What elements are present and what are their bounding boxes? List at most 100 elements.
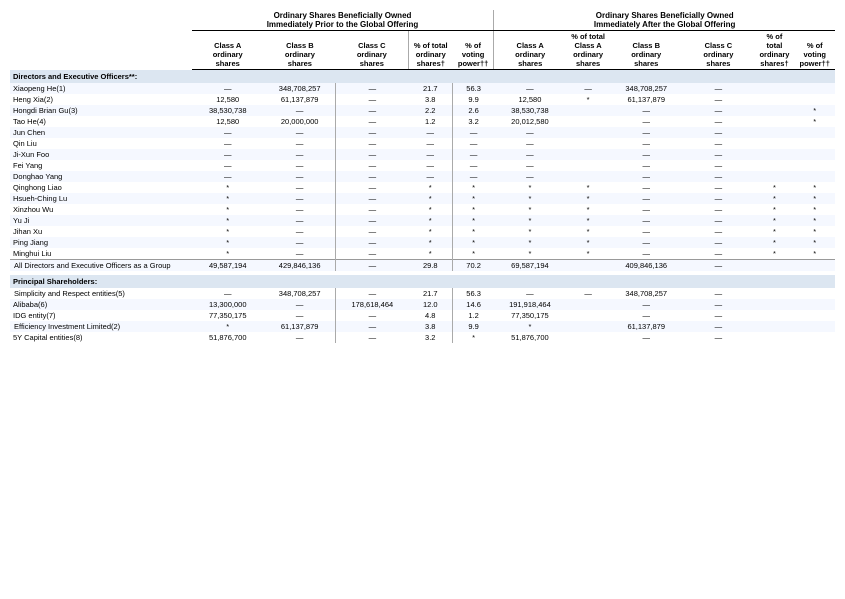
table-cell [566, 260, 610, 272]
table-cell: — [264, 299, 336, 310]
table-cell: — [192, 171, 264, 182]
table-cell: 56.3 [453, 288, 494, 299]
table-cell: — [336, 226, 408, 237]
table-cell: Minghui Liu [10, 248, 192, 260]
table-cell: — [336, 204, 408, 215]
table-cell: Fei Yang [10, 160, 192, 171]
table-cell: — [494, 83, 566, 94]
table-cell: — [336, 310, 408, 321]
table-cell: — [336, 94, 408, 105]
table-cell: Hongdi Brian Gu(3) [10, 105, 192, 116]
table-cell: 29.8 [408, 260, 453, 272]
table-cell: * [494, 321, 566, 332]
table-cell: * [494, 226, 566, 237]
table-cell: — [264, 237, 336, 248]
table-cell: * [408, 248, 453, 260]
table-cell: * [192, 204, 264, 215]
principal-section-header: Principal Shareholders: [10, 275, 835, 288]
table-cell: 12,580 [494, 94, 566, 105]
table-cell [566, 171, 610, 182]
table-cell: 12.0 [408, 299, 453, 310]
table-cell: — [453, 149, 494, 160]
table-cell [754, 105, 794, 116]
table-cell: — [264, 193, 336, 204]
table-cell: * [754, 248, 794, 260]
table-cell: 4.8 [408, 310, 453, 321]
col-header-pct-total-after: % oftotalordinaryshares† [754, 31, 794, 70]
table-cell: — [336, 260, 408, 272]
table-cell: — [682, 193, 754, 204]
table-cell: — [336, 321, 408, 332]
table-cell: — [264, 182, 336, 193]
table-cell: — [336, 237, 408, 248]
table-cell [754, 332, 794, 343]
table-cell: * [408, 215, 453, 226]
table-cell: — [682, 310, 754, 321]
table-cell: 70.2 [453, 260, 494, 272]
table-cell [754, 94, 794, 105]
table-cell: — [408, 160, 453, 171]
table-cell: Heng Xia(2) [10, 94, 192, 105]
table-cell: * [453, 204, 494, 215]
table-cell: 51,876,700 [192, 332, 264, 343]
table-cell: — [264, 204, 336, 215]
col-header-classa-after: Class Aordinaryshares [494, 31, 566, 70]
table-cell: 56.3 [453, 83, 494, 94]
table-cell: — [192, 83, 264, 94]
table-cell: — [453, 160, 494, 171]
table-cell: — [610, 332, 682, 343]
table-cell: — [682, 182, 754, 193]
col-header-name [10, 31, 192, 70]
table-cell: — [336, 83, 408, 94]
table-cell [754, 310, 794, 321]
table-cell: — [336, 182, 408, 193]
table-cell [794, 127, 835, 138]
table-cell: 14.6 [453, 299, 494, 310]
table-cell [794, 299, 835, 310]
table-cell [754, 321, 794, 332]
table-cell: Donghao Yang [10, 171, 192, 182]
table-cell: Tao He(4) [10, 116, 192, 127]
table-cell: * [754, 193, 794, 204]
table-cell: Simplicity and Respect entities(5) [10, 288, 192, 299]
table-cell: * [192, 237, 264, 248]
table-cell [754, 260, 794, 272]
table-cell: — [336, 160, 408, 171]
table-cell: * [494, 215, 566, 226]
table-cell: * [494, 193, 566, 204]
table-cell: 2.2 [408, 105, 453, 116]
table-cell: * [494, 248, 566, 260]
table-cell: 21.7 [408, 288, 453, 299]
table-cell: 348,708,257 [264, 83, 336, 94]
table-cell: 12,580 [192, 116, 264, 127]
table-cell: Jun Chen [10, 127, 192, 138]
table-cell: * [408, 226, 453, 237]
table-cell [566, 138, 610, 149]
table-cell: Yu Ji [10, 215, 192, 226]
table-cell: — [682, 105, 754, 116]
table-cell: Hsueh-Ching Lu [10, 193, 192, 204]
table-cell: 61,137,879 [264, 94, 336, 105]
table-cell: * [566, 94, 610, 105]
table-cell [754, 116, 794, 127]
table-cell: — [336, 248, 408, 260]
table-cell: — [610, 127, 682, 138]
table-cell: — [610, 299, 682, 310]
table-cell: — [682, 288, 754, 299]
table-cell: * [754, 237, 794, 248]
table-cell [754, 149, 794, 160]
table-cell: — [682, 83, 754, 94]
table-cell: — [336, 288, 408, 299]
table-cell: — [682, 138, 754, 149]
table-cell [794, 149, 835, 160]
table-cell [754, 288, 794, 299]
table-cell: — [610, 310, 682, 321]
table-cell: 51,876,700 [494, 332, 566, 343]
table-cell: — [264, 105, 336, 116]
table-cell: 3.8 [408, 321, 453, 332]
table-cell [794, 332, 835, 343]
col-header-classc-prior: Class Cordinaryshares [336, 31, 408, 70]
table-cell: — [682, 204, 754, 215]
table-cell [566, 299, 610, 310]
table-cell: All Directors and Executive Officers as … [10, 260, 192, 272]
